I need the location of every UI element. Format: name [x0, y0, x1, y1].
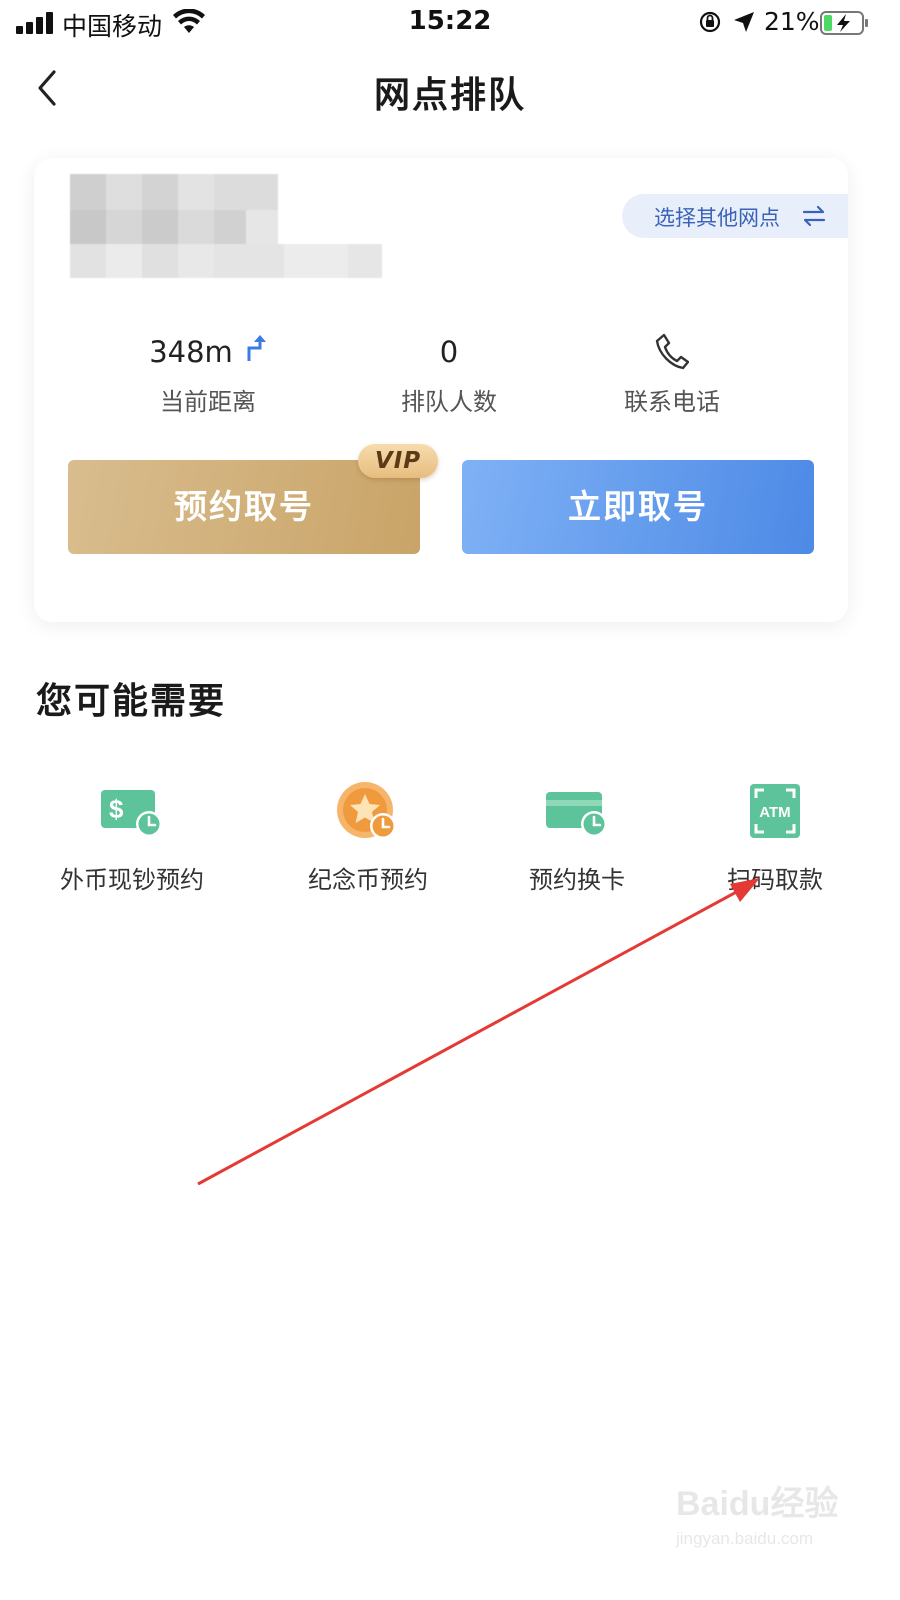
card-replace-icon [546, 792, 607, 837]
commemorative-coin-icon [337, 782, 396, 839]
atm-scan-icon: ATM [750, 784, 800, 838]
distance-stat: 348m 当前距离 [108, 332, 308, 417]
service-label: 预约换卡 [529, 866, 625, 894]
battery-charging-icon [820, 11, 868, 35]
svg-text:ATM: ATM [759, 804, 790, 821]
queue-stat: 0 排队人数 [349, 332, 549, 417]
battery-percent: 21% [764, 7, 820, 36]
phone-icon [655, 333, 689, 370]
select-other-branch-label: 选择其他网点 [654, 206, 780, 230]
branch-card: 选择其他网点 348m 当前距离 0 排队人数 联系电话 预约取号 VIP 立即 [34, 158, 848, 622]
foreign-currency-icon: $ [101, 790, 162, 837]
service-card-replace[interactable]: 预约换卡 [477, 780, 677, 895]
rotation-lock-icon [699, 11, 721, 33]
service-label: 扫码取款 [727, 866, 823, 894]
nav-bar: 网点排队 [0, 52, 900, 126]
contact-phone-label: 联系电话 [624, 388, 720, 416]
queue-count: 0 [439, 335, 459, 369]
route-turn-icon[interactable] [245, 334, 267, 362]
service-foreign-currency[interactable]: $ 外币现钞预约 [32, 780, 232, 895]
service-label: 外币现钞预约 [60, 866, 204, 894]
reserve-number-button[interactable]: 预约取号 VIP [68, 444, 438, 554]
branch-info-blurred [70, 174, 420, 278]
vip-badge: VIP [358, 444, 438, 478]
contact-phone[interactable]: 联系电话 [572, 332, 772, 417]
take-number-now-button[interactable]: 立即取号 [462, 460, 814, 554]
watermark-url: jingyan.baidu.com [676, 1529, 814, 1548]
suggestions-title: 您可能需要 [36, 681, 227, 722]
svg-text:$: $ [109, 794, 124, 824]
service-label: 纪念币预约 [308, 866, 428, 894]
distance-label: 当前距离 [160, 388, 256, 416]
location-arrow-icon [734, 12, 754, 32]
service-commemorative-coin[interactable]: 纪念币预约 [268, 780, 468, 895]
swap-arrows-icon [802, 205, 826, 227]
baidu-watermark: Baidu经验 jingyan.baidu.com [676, 1476, 876, 1556]
queue-label: 排队人数 [401, 388, 497, 416]
service-scan-withdraw[interactable]: ATM 扫码取款 [675, 780, 875, 895]
distance-value: 348m [149, 335, 233, 369]
select-other-branch-button[interactable]: 选择其他网点 [622, 194, 848, 238]
take-number-now-label: 立即取号 [568, 487, 708, 526]
watermark-brand: Baidu经验 [676, 1485, 839, 1523]
status-bar: 中国移动 15:22 21% [0, 0, 900, 46]
reserve-number-label: 预约取号 [174, 487, 314, 526]
page-title: 网点排队 [373, 75, 526, 116]
